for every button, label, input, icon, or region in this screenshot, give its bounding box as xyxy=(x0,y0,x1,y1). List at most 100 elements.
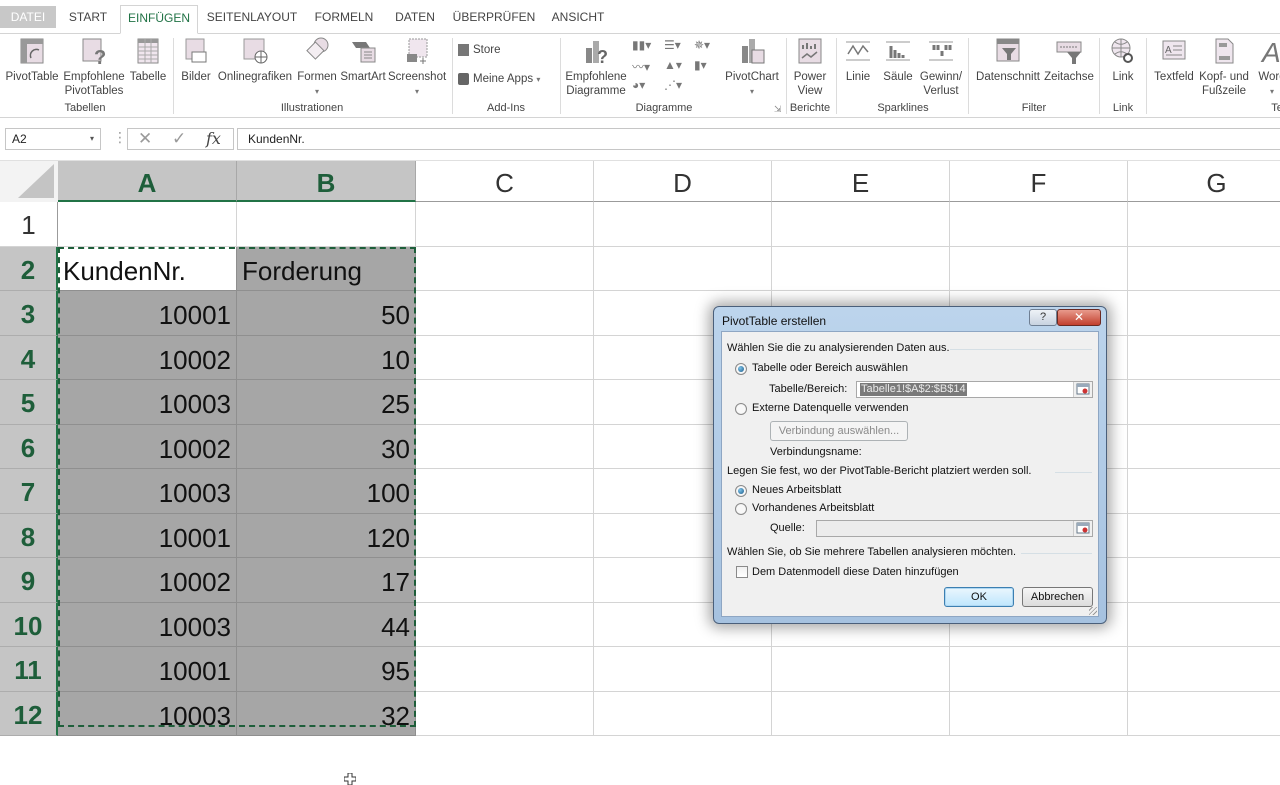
cell-b4[interactable]: 10 xyxy=(237,335,416,380)
header-footer-button[interactable]: Kopf- und Fußzeile xyxy=(1196,36,1252,98)
insert-function-icon[interactable]: fx xyxy=(206,129,221,149)
resize-grip-icon[interactable] xyxy=(1089,607,1097,615)
cell-a10[interactable]: 10003 xyxy=(58,602,237,647)
row-header-10[interactable]: 10 xyxy=(0,602,58,647)
recommended-charts-button[interactable]: ? Empfohlene Diagramme xyxy=(564,36,628,98)
cell-g7[interactable] xyxy=(1128,469,1280,514)
confirm-entry-icon[interactable]: ✓ xyxy=(172,129,186,149)
radio-existing-worksheet[interactable] xyxy=(735,503,747,515)
row-header-6[interactable]: 6 xyxy=(0,424,58,469)
radio-new-worksheet-label[interactable]: Neues Arbeitsblatt xyxy=(752,484,841,496)
cell-c11[interactable] xyxy=(416,647,594,692)
tab-einfuegen[interactable]: EINFÜGEN xyxy=(120,5,198,34)
cell-a6[interactable]: 10002 xyxy=(58,424,237,469)
cell-b1[interactable] xyxy=(237,202,416,247)
cell-a4[interactable]: 10002 xyxy=(58,335,237,380)
formula-bar-grip-icon[interactable]: ⋮ xyxy=(113,129,127,146)
cell-e2[interactable] xyxy=(772,246,950,291)
cell-b8[interactable]: 120 xyxy=(237,513,416,558)
cell-a11[interactable]: 10001 xyxy=(58,647,237,692)
name-box-dropdown-icon[interactable]: ▾ xyxy=(90,129,94,149)
cell-c12[interactable] xyxy=(416,691,594,736)
cell-d12[interactable] xyxy=(594,691,772,736)
column-header-e[interactable]: E xyxy=(772,161,950,202)
dialog-launcher-icon[interactable]: ⇲ xyxy=(774,104,782,115)
row-header-9[interactable]: 9 xyxy=(0,558,58,603)
table-button[interactable]: Tabelle xyxy=(128,36,168,84)
bar-chart-icon[interactable]: ☰▾ xyxy=(664,38,681,52)
tab-daten[interactable]: DATEN xyxy=(386,5,444,34)
cell-c2[interactable] xyxy=(416,246,594,291)
row-header-8[interactable]: 8 xyxy=(0,513,58,558)
row-header-3[interactable]: 3 xyxy=(0,291,58,336)
close-button[interactable]: ✕ xyxy=(1057,309,1101,326)
cell-e12[interactable] xyxy=(772,691,950,736)
cell-b11[interactable]: 95 xyxy=(237,647,416,692)
radio-external-source-label[interactable]: Externe Datenquelle verwenden xyxy=(752,402,909,414)
cell-f12[interactable] xyxy=(950,691,1128,736)
cancel-button[interactable]: Abbrechen xyxy=(1022,587,1093,607)
range-input[interactable]: Tabelle1!$A$2:$B$14 xyxy=(856,381,1093,398)
smartart-button[interactable]: SmartArt xyxy=(338,36,388,84)
slicer-button[interactable]: Datenschnitt xyxy=(974,36,1042,84)
cell-f11[interactable] xyxy=(950,647,1128,692)
location-input[interactable] xyxy=(816,520,1093,537)
sparkline-column-button[interactable]: Säule xyxy=(880,36,916,84)
cell-e11[interactable] xyxy=(772,647,950,692)
row-header-11[interactable]: 11 xyxy=(0,647,58,692)
column-header-c[interactable]: C xyxy=(416,161,594,202)
line-chart-icon[interactable]: 〰▾ xyxy=(632,58,650,75)
radio-new-worksheet[interactable] xyxy=(735,485,747,497)
tab-formeln[interactable]: FORMELN xyxy=(308,5,380,34)
cell-c3[interactable] xyxy=(416,291,594,336)
row-header-4[interactable]: 4 xyxy=(0,335,58,380)
cell-b7[interactable]: 100 xyxy=(237,469,416,514)
cell-a8[interactable]: 10001 xyxy=(58,513,237,558)
add-to-data-model-checkbox[interactable] xyxy=(736,566,748,578)
cell-d11[interactable] xyxy=(594,647,772,692)
radar-chart-icon[interactable]: ✵▾ xyxy=(694,38,710,52)
column-chart-icon[interactable]: ▮▮▾ xyxy=(632,38,651,52)
cell-b5[interactable]: 25 xyxy=(237,380,416,425)
radio-table-range[interactable] xyxy=(735,363,747,375)
cell-e1[interactable] xyxy=(772,202,950,247)
tab-start[interactable]: START xyxy=(62,5,114,34)
cell-a7[interactable]: 10003 xyxy=(58,469,237,514)
cell-a2[interactable]: KundenNr. xyxy=(58,246,237,291)
help-button[interactable]: ? xyxy=(1029,309,1057,326)
cell-a5[interactable]: 10003 xyxy=(58,380,237,425)
cell-g3[interactable] xyxy=(1128,291,1280,336)
choose-connection-button[interactable]: Verbindung auswählen... xyxy=(770,421,908,441)
tab-ansicht[interactable]: ANSICHT xyxy=(544,5,612,34)
radio-table-range-label[interactable]: Tabelle oder Bereich auswählen xyxy=(752,362,908,374)
name-box[interactable]: A2 ▾ xyxy=(5,128,101,150)
range-collapse-button[interactable] xyxy=(1073,382,1092,397)
cell-b9[interactable]: 17 xyxy=(237,558,416,603)
cell-c10[interactable] xyxy=(416,602,594,647)
formula-input[interactable]: KundenNr. xyxy=(237,128,1280,150)
tab-ueberpruefen[interactable]: ÜBERPRÜFEN xyxy=(452,5,536,34)
pictures-button[interactable]: Bilder xyxy=(178,36,214,84)
cell-g6[interactable] xyxy=(1128,425,1280,469)
cell-d1[interactable] xyxy=(594,202,772,247)
cell-g1[interactable] xyxy=(1128,202,1280,247)
store-button[interactable]: Store xyxy=(458,43,501,57)
textbox-button[interactable]: A Textfeld xyxy=(1150,36,1198,84)
row-header-5[interactable]: 5 xyxy=(0,380,58,425)
column-header-b[interactable]: B xyxy=(237,161,416,202)
cell-c9[interactable] xyxy=(416,558,594,603)
cell-g8[interactable] xyxy=(1128,514,1280,558)
scatter-chart-icon[interactable]: ⋰▾ xyxy=(664,78,682,92)
recommended-pivottables-button[interactable]: ? Empfohlene PivotTables xyxy=(62,36,126,98)
row-header-2[interactable]: 2 xyxy=(0,246,58,291)
pivottable-button[interactable]: PivotTable xyxy=(4,36,60,84)
cell-c1[interactable] xyxy=(416,202,594,247)
cell-c5[interactable] xyxy=(416,380,594,425)
radio-existing-worksheet-label[interactable]: Vorhandenes Arbeitsblatt xyxy=(752,502,874,514)
shapes-button[interactable]: Formen ▾ xyxy=(296,36,338,99)
column-header-d[interactable]: D xyxy=(594,161,772,202)
cell-c8[interactable] xyxy=(416,513,594,558)
row-header-12[interactable]: 12 xyxy=(0,691,58,736)
cell-c4[interactable] xyxy=(416,335,594,380)
cell-d2[interactable] xyxy=(594,246,772,291)
